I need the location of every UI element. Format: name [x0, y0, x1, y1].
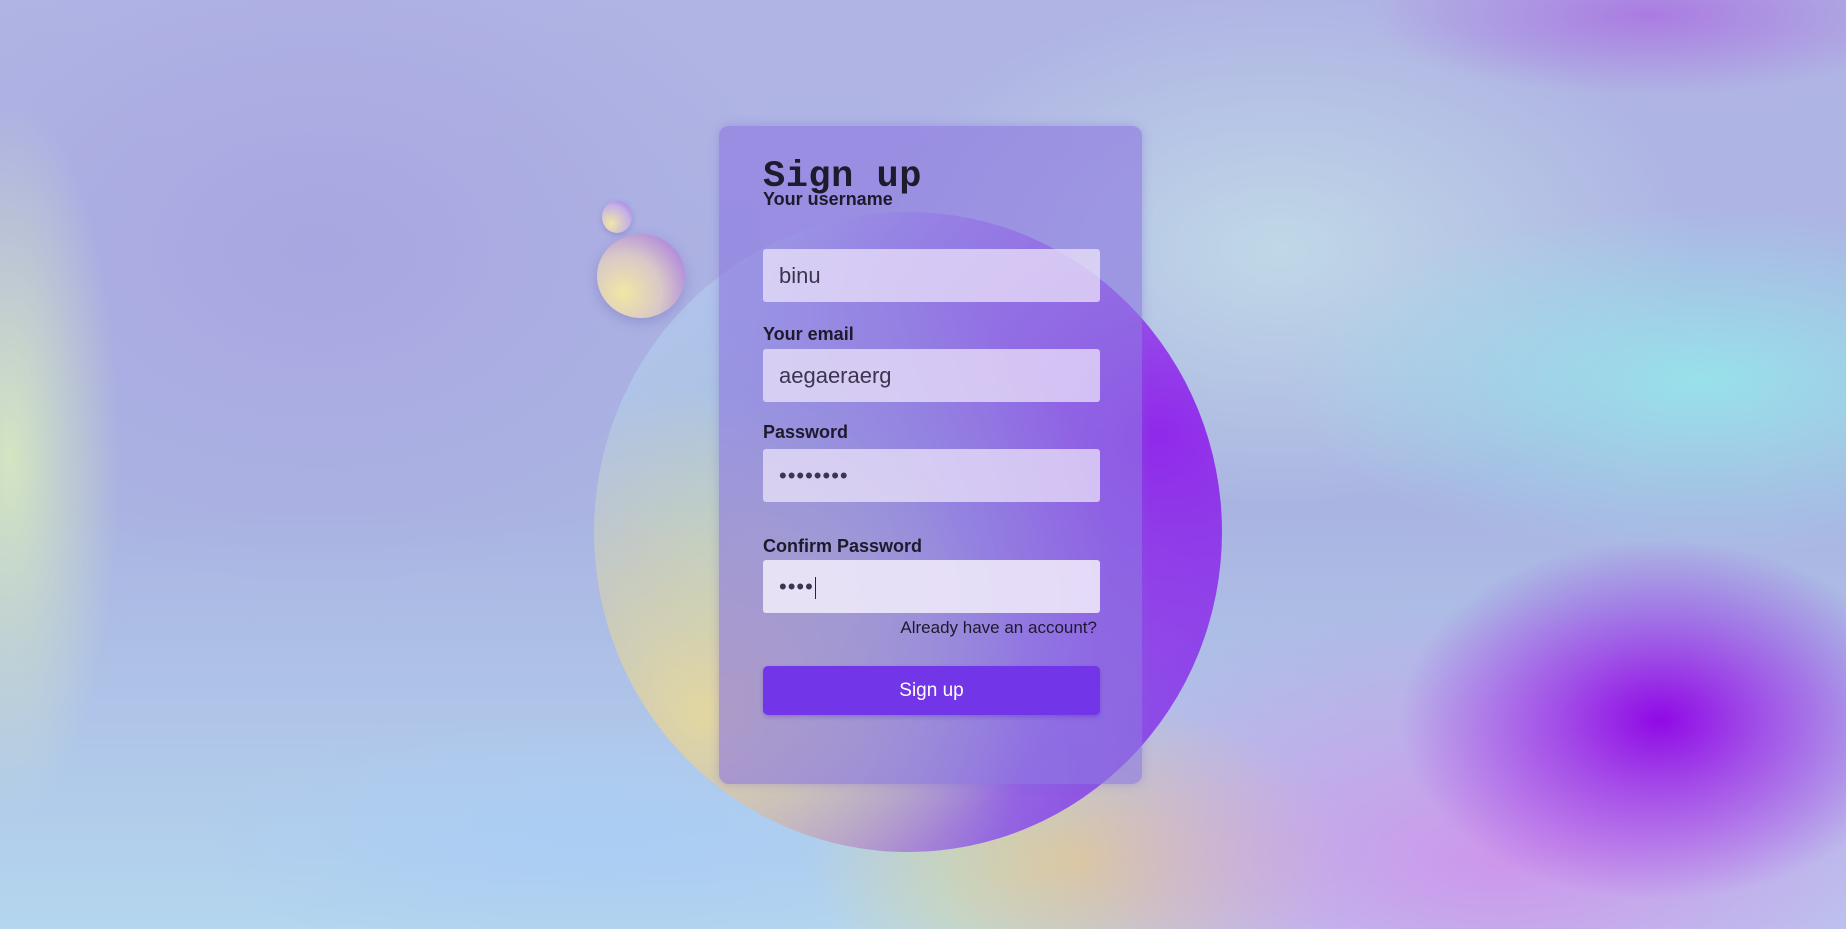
password-label: Password: [763, 422, 849, 442]
password-value: ••••••••: [779, 463, 849, 488]
username-input[interactable]: binu: [763, 249, 1100, 302]
confirm-password-input[interactable]: ••••: [763, 560, 1100, 613]
username-value: binu: [779, 263, 821, 288]
signup-card: Sign up Your username binu Your email ae…: [719, 126, 1142, 784]
email-label: Your email: [763, 324, 854, 344]
password-input[interactable]: ••••••••: [763, 449, 1100, 502]
email-input[interactable]: aegaeraerg: [763, 349, 1100, 402]
email-value: aegaeraerg: [779, 363, 892, 388]
confirm-password-value: ••••: [779, 574, 814, 599]
confirm-password-label: Confirm Password: [763, 536, 923, 556]
decorative-tiny-sphere: [602, 201, 632, 233]
text-cursor: [814, 577, 817, 600]
login-link[interactable]: Already have an account?: [900, 618, 1097, 638]
username-label: Your username: [763, 189, 893, 209]
signup-button[interactable]: Sign up: [763, 666, 1100, 715]
decorative-small-sphere: [597, 234, 685, 318]
